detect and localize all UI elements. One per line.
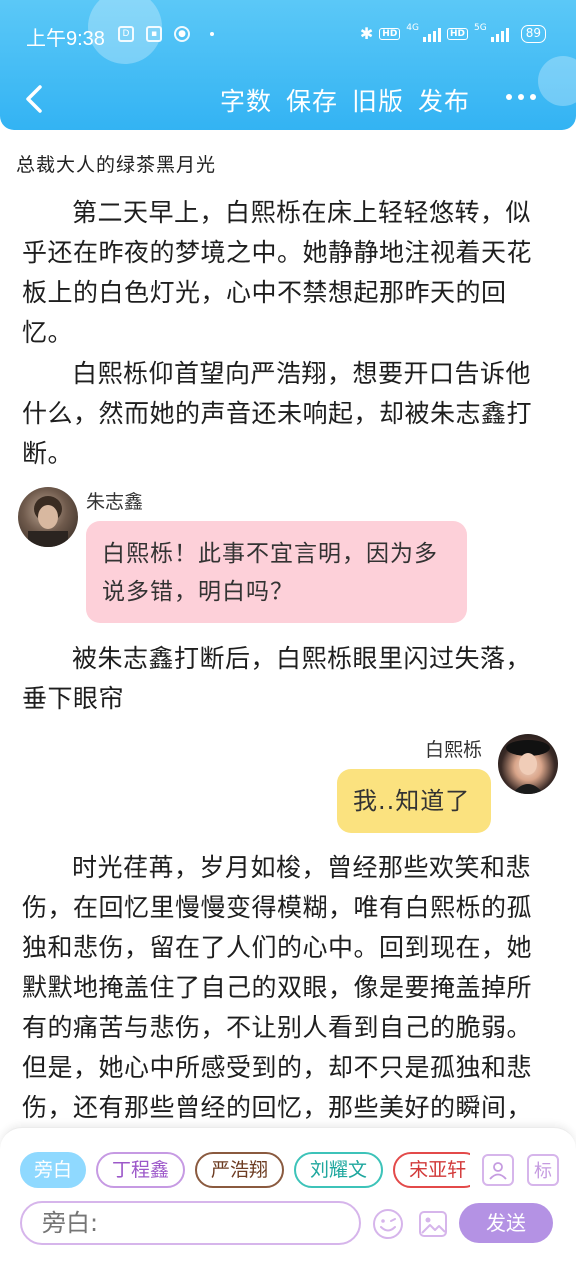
- speaker-name: 白熙栎: [425, 739, 483, 761]
- chevron-left-icon: [26, 85, 42, 113]
- dialogue-bubble[interactable]: 白熙栎！此事不宜言明，因为多说多错，明白吗？: [86, 521, 467, 623]
- dot-icon: [530, 94, 536, 100]
- dot-icon: [518, 94, 524, 100]
- role-chip-narrator[interactable]: 旁白: [20, 1152, 87, 1188]
- narration-paragraph: 第二天早上，白熙栎在床上轻轻悠转，似乎还在昨夜的梦境之中。她静静地注视着天花板上…: [22, 198, 533, 347]
- document-title: 总裁大人的绿茶黑月光: [16, 154, 217, 176]
- more-options-button[interactable]: [506, 94, 536, 100]
- person-icon: [489, 1162, 507, 1180]
- word-count-button[interactable]: 字数: [220, 82, 272, 118]
- battery-indicator: 89: [520, 24, 546, 43]
- avatar[interactable]: [18, 487, 78, 547]
- old-version-button[interactable]: 旧版: [352, 82, 404, 118]
- notification-icon: ●: [174, 26, 190, 42]
- save-button[interactable]: 保存: [286, 82, 338, 118]
- bluetooth-icon: ✱: [359, 24, 374, 43]
- status-bar: 上午9:38 D ▪ ● ✱ HD 4G HD 5G 89: [0, 18, 576, 54]
- speaker-name: 朱志鑫: [86, 491, 144, 513]
- dot-icon: [506, 94, 512, 100]
- tag-button[interactable]: 标: [527, 1154, 559, 1186]
- role-chip[interactable]: 刘耀文: [294, 1152, 384, 1188]
- role-selector: 旁白 丁程鑫 严浩翔 刘耀文 宋亚轩: [20, 1152, 470, 1190]
- role-chip[interactable]: 宋亚轩: [393, 1152, 470, 1188]
- avatar-image: [28, 496, 68, 547]
- avatar-image: [506, 740, 550, 794]
- image-icon: [419, 1211, 447, 1237]
- hd-badge: HD: [379, 27, 401, 40]
- network-gen-label: 5G: [474, 23, 487, 33]
- hd-badge: HD: [447, 27, 469, 40]
- status-app-icons: D ▪ ●: [118, 26, 214, 42]
- dialogue-bubble[interactable]: 我..知道了: [337, 769, 491, 833]
- notification-icon: D: [118, 26, 134, 42]
- back-button[interactable]: [18, 80, 52, 118]
- network-gen-label: 4G: [406, 23, 419, 33]
- narration-paragraph: 时光荏苒，岁月如梭，曾经那些欢笑和悲伤，在回忆里慢慢变得模糊，唯有白熙栎的孤独和…: [22, 853, 533, 1122]
- status-time: 上午9:38: [26, 28, 105, 50]
- publish-button[interactable]: 发布: [418, 82, 470, 118]
- character-manage-button[interactable]: [482, 1154, 514, 1186]
- composer-panel: 旁白 丁程鑫 严浩翔 刘耀文 宋亚轩 标 发送: [0, 1127, 576, 1280]
- emoji-button[interactable]: [371, 1207, 405, 1241]
- signal-icon: [423, 26, 441, 42]
- image-button[interactable]: [416, 1207, 450, 1241]
- toolbar-actions: 字数 保存 旧版 发布: [220, 82, 484, 118]
- signal-icon: [490, 26, 509, 42]
- app-header: 上午9:38 D ▪ ● ✱ HD 4G HD 5G 89 字数 保存 旧版 发…: [0, 0, 576, 130]
- emoji-icon: [373, 1209, 403, 1239]
- narration-paragraph: 白熙栎仰首望向严浩翔，想要开口告诉他什么，然而她的声音还未响起，却被朱志鑫打断。: [22, 359, 533, 468]
- more-notifications-icon: [210, 32, 214, 36]
- message-input[interactable]: [20, 1201, 361, 1245]
- narration-paragraph: 被朱志鑫打断后，白熙栎眼里闪过失落，垂下眼帘: [22, 644, 532, 713]
- avatar[interactable]: [498, 734, 558, 794]
- toolbar: 字数 保存 旧版 发布: [0, 72, 576, 126]
- role-chip[interactable]: 严浩翔: [195, 1152, 285, 1188]
- send-button[interactable]: 发送: [459, 1203, 553, 1243]
- status-indicators: ✱ HD 4G HD 5G 89: [360, 24, 546, 43]
- notification-icon: ▪: [146, 26, 162, 42]
- role-chip[interactable]: 丁程鑫: [96, 1152, 186, 1188]
